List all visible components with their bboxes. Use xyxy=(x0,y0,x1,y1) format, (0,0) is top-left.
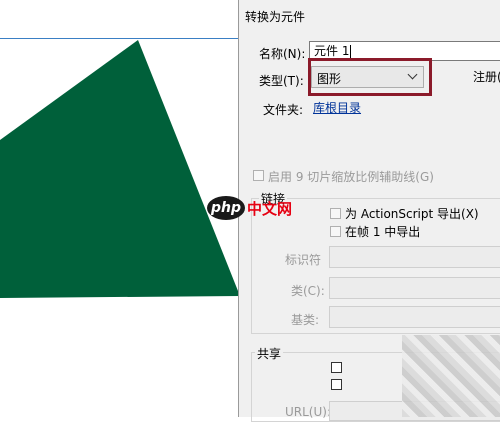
name-value: 元件 1 xyxy=(314,44,350,58)
class-input[interactable] xyxy=(329,277,500,299)
export-actionscript-checkbox[interactable] xyxy=(330,208,341,219)
dialog-title: 转换为元件 xyxy=(245,10,306,24)
stage-canvas[interactable] xyxy=(0,0,242,417)
text-caret xyxy=(350,44,352,59)
nine-slice-checkbox[interactable] xyxy=(253,170,264,181)
watermark-logo: php xyxy=(207,196,245,220)
class-label: 类(C): xyxy=(291,284,325,298)
share-checkbox-1[interactable] xyxy=(331,362,342,373)
register-label: 注册(R) xyxy=(473,70,500,84)
watermark-text: 中文网 xyxy=(247,200,293,218)
nine-slice-label: 启用 9 切片缩放比例辅助线(G) xyxy=(268,170,434,184)
type-label: 类型(T): xyxy=(259,74,304,88)
watermark: php 中文网 xyxy=(207,194,297,224)
export-frame1-label: 在帧 1 中导出 xyxy=(345,225,421,239)
stage-shape-svg xyxy=(0,40,240,298)
identifier-input[interactable] xyxy=(329,246,500,268)
base-class-label: 基类: xyxy=(291,313,320,327)
export-actionscript-label: 为 ActionScript 导出(X) xyxy=(345,207,479,221)
identifier-label: 标识符 xyxy=(285,253,322,267)
sharing-header: 共享 xyxy=(255,345,284,362)
blurred-region xyxy=(402,335,500,417)
highlight-box xyxy=(308,58,432,96)
name-label: 名称(N): xyxy=(259,47,306,61)
base-class-input[interactable] xyxy=(329,306,500,328)
folder-link[interactable]: 库根目录 xyxy=(313,99,361,116)
green-shape xyxy=(0,40,240,298)
folder-label: 文件夹: xyxy=(263,103,304,117)
share-checkbox-2[interactable] xyxy=(331,379,342,390)
export-frame1-checkbox[interactable] xyxy=(330,226,341,237)
